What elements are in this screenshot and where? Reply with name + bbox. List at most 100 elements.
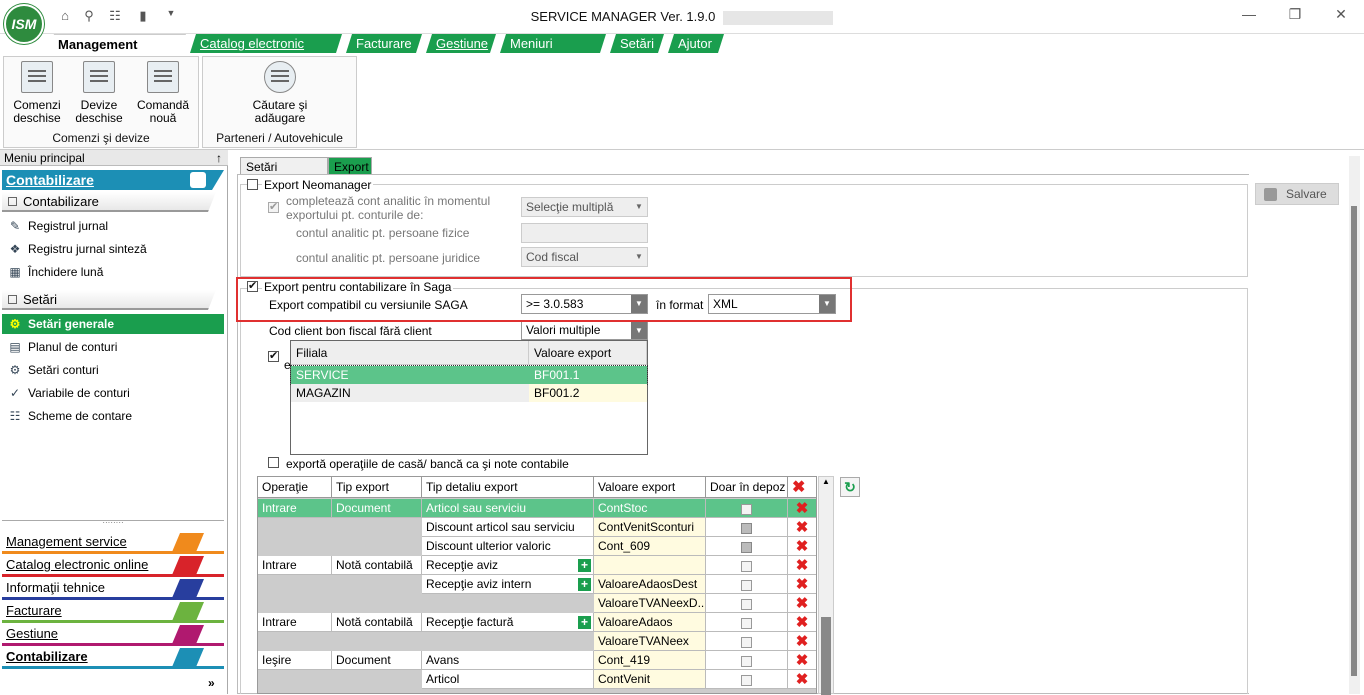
delete-row-icon[interactable]: ✖	[794, 615, 810, 630]
grid-cell-valoare[interactable]	[594, 556, 706, 575]
delete-row-icon[interactable]: ✖	[794, 539, 810, 554]
grid-cell-detaliu[interactable]: Recepţie aviz intern +	[422, 575, 594, 594]
grid-cell-detaliu[interactable]: Discount ulterior valoric	[422, 537, 594, 556]
grid-cell-valoare[interactable]: ValoareTVANeexD...	[594, 594, 706, 613]
comanda-noua-button[interactable]: Comandă nouă	[134, 61, 192, 125]
tab-ajutor[interactable]: Ajutor	[668, 34, 724, 53]
grid-cell-detaliu[interactable]: Articol sau serviciu	[422, 499, 594, 518]
format-select[interactable]: XML ▼	[708, 294, 836, 314]
devize-deschise-button[interactable]: Devize deschise	[70, 61, 128, 125]
pj-select[interactable]: Cod fiscal ▼	[521, 247, 648, 267]
depoz-checkbox[interactable]	[741, 580, 752, 591]
grid-cell-operatie[interactable]: Ieşire	[258, 651, 332, 670]
depoz-checkbox[interactable]	[741, 618, 752, 629]
sidebar-item-registrul-jurnal[interactable]: ✎ Registrul jurnal	[2, 216, 224, 236]
nav-informatii-tehnice[interactable]: Informaţii tehnice	[2, 578, 224, 600]
sidebar-section-contabilizare[interactable]: Contabilizare	[2, 192, 216, 212]
grid-cell-detaliu[interactable]: Avans	[422, 651, 594, 670]
grid-cell-tip[interactable]: Notă contabilă	[332, 613, 422, 632]
column-header-filiala[interactable]: Filiala	[291, 341, 529, 365]
sidebar-section-setari[interactable]: Setări	[2, 290, 216, 310]
sidebar-item-scheme-de-contare[interactable]: ☷ Scheme de contare	[2, 406, 224, 426]
grid-cell-valoare[interactable]: ValoareAdaos	[594, 613, 706, 632]
depoz-checkbox[interactable]	[741, 542, 752, 553]
main-scrollbar[interactable]	[1349, 156, 1360, 694]
grid-cell-detaliu[interactable]: Recepţie aviz +	[422, 556, 594, 575]
comenzi-deschise-button[interactable]: Comenzi deschise	[8, 61, 66, 125]
pf-input[interactable]	[521, 223, 648, 243]
delete-row-icon[interactable]: ✖	[794, 634, 810, 649]
minimize-icon[interactable]: —	[1234, 6, 1264, 26]
depoz-checkbox[interactable]	[741, 675, 752, 686]
delete-row-icon[interactable]: ✖	[794, 577, 810, 592]
scroll-up-icon[interactable]: ▲	[819, 477, 833, 486]
casa-banca-checkbox[interactable]	[268, 457, 279, 468]
depoz-checkbox[interactable]	[741, 656, 752, 667]
grid-header-tip-detaliu[interactable]: Tip detaliu export	[422, 477, 594, 498]
delete-row-icon[interactable]: ✖	[794, 520, 810, 535]
scroll-thumb[interactable]	[821, 617, 831, 695]
grid-cell-detaliu[interactable]: Articol	[422, 670, 594, 689]
nav-management-service[interactable]: Management service	[2, 532, 224, 554]
grid-cell-detaliu[interactable]: Discount articol sau serviciu	[422, 518, 594, 537]
grid-cell-tip[interactable]: Notă contabilă	[332, 556, 422, 575]
grid-header-operatie[interactable]: Operaţie	[258, 477, 332, 498]
sidebar-splitter[interactable]: ········	[2, 519, 224, 527]
grid-cell-valoare[interactable]: Cont_609	[594, 537, 706, 556]
tab-meniuri-favorite[interactable]: Meniuri favorite	[500, 34, 606, 53]
depoz-checkbox[interactable]	[741, 561, 752, 572]
grid-cell-operatie[interactable]: Intrare	[258, 499, 332, 518]
delete-row-icon[interactable]: ✖	[794, 672, 810, 687]
grid-header-valoare-export[interactable]: Valoare export	[594, 477, 706, 498]
depoz-checkbox[interactable]	[741, 504, 752, 515]
grid-header-tip-export[interactable]: Tip export	[332, 477, 422, 498]
neomanager-checkbox[interactable]	[247, 179, 258, 190]
analytic-checkbox[interactable]	[268, 200, 279, 213]
delete-row-icon[interactable]: ✖	[794, 596, 810, 611]
add-icon[interactable]: +	[578, 616, 591, 629]
expand-icon[interactable]: »	[208, 676, 215, 690]
scroll-thumb[interactable]	[1351, 206, 1357, 676]
sidebar-item-setari-conturi[interactable]: ⚙ Setări conturi	[2, 360, 224, 380]
grid-cell-detaliu[interactable]: Recepţie factură +	[422, 613, 594, 632]
delete-row-icon[interactable]: ✖	[794, 501, 810, 516]
grid-scrollbar[interactable]: ▲	[818, 476, 834, 695]
grid-cell-valoare[interactable]: ContVenit	[594, 670, 706, 689]
tab-export[interactable]: Export	[328, 157, 372, 175]
tab-facturare[interactable]: Facturare	[346, 34, 422, 53]
tab-catalog-electronic-online[interactable]: Catalog electronic online	[190, 34, 342, 53]
cautare-adaugare-button[interactable]: Căutare şi adăugare	[245, 61, 315, 125]
pin-icon[interactable]: ↑	[216, 150, 222, 166]
add-icon[interactable]: +	[578, 578, 591, 591]
tab-setari-generale[interactable]: Setări generale	[240, 157, 328, 192]
grid-cell-valoare[interactable]: ValoareTVANeex	[594, 632, 706, 651]
sidebar-item-inchidere-luna[interactable]: ▦ Închidere lună	[2, 262, 224, 282]
nav-gestiune[interactable]: Gestiune	[2, 624, 224, 646]
delete-row-icon[interactable]: ✖	[794, 653, 810, 668]
grid-cell-tip[interactable]: Document	[332, 499, 422, 518]
sidebar-item-variabile-de-conturi[interactable]: ✓ Variabile de conturi	[2, 383, 224, 403]
saga-version-select[interactable]: >= 3.0.583 ▼	[521, 294, 648, 314]
grid-cell-tip[interactable]: Document	[332, 651, 422, 670]
nav-facturare[interactable]: Facturare	[2, 601, 224, 623]
depoz-checkbox[interactable]	[741, 523, 752, 534]
list-item[interactable]: SERVICE BF001.1	[290, 365, 648, 385]
grid-cell-operatie[interactable]: Intrare	[258, 613, 332, 632]
grid-cell-valoare[interactable]: Cont_419	[594, 651, 706, 670]
grid-cell-valoare[interactable]: ContStoc	[594, 499, 706, 518]
grid-cell-valoare[interactable]: ValoareAdaosDest	[594, 575, 706, 594]
sidebar-item-planul-de-conturi[interactable]: ▤ Planul de conturi	[2, 337, 224, 357]
save-button[interactable]: Salvare	[1255, 183, 1339, 205]
grid-cell-valoare[interactable]: ContVenitSconturi	[594, 518, 706, 537]
add-icon[interactable]: +	[578, 559, 591, 572]
tab-setari[interactable]: Setări	[610, 34, 664, 53]
sidebar-item-setari-generale[interactable]: ⚙ Setări generale	[2, 314, 224, 334]
cod-client-select[interactable]: Valori multiple ▼	[521, 321, 648, 340]
option-checkbox[interactable]	[268, 349, 279, 362]
depoz-checkbox[interactable]	[741, 637, 752, 648]
depoz-checkbox[interactable]	[741, 599, 752, 610]
tab-management-service[interactable]: Management service	[48, 34, 186, 53]
list-item[interactable]: MAGAZIN BF001.2	[291, 384, 647, 402]
sidebar-item-registru-jurnal-sinteza[interactable]: ❖ Registru jurnal sinteză	[2, 239, 224, 259]
maximize-icon[interactable]: ❐	[1280, 6, 1310, 26]
